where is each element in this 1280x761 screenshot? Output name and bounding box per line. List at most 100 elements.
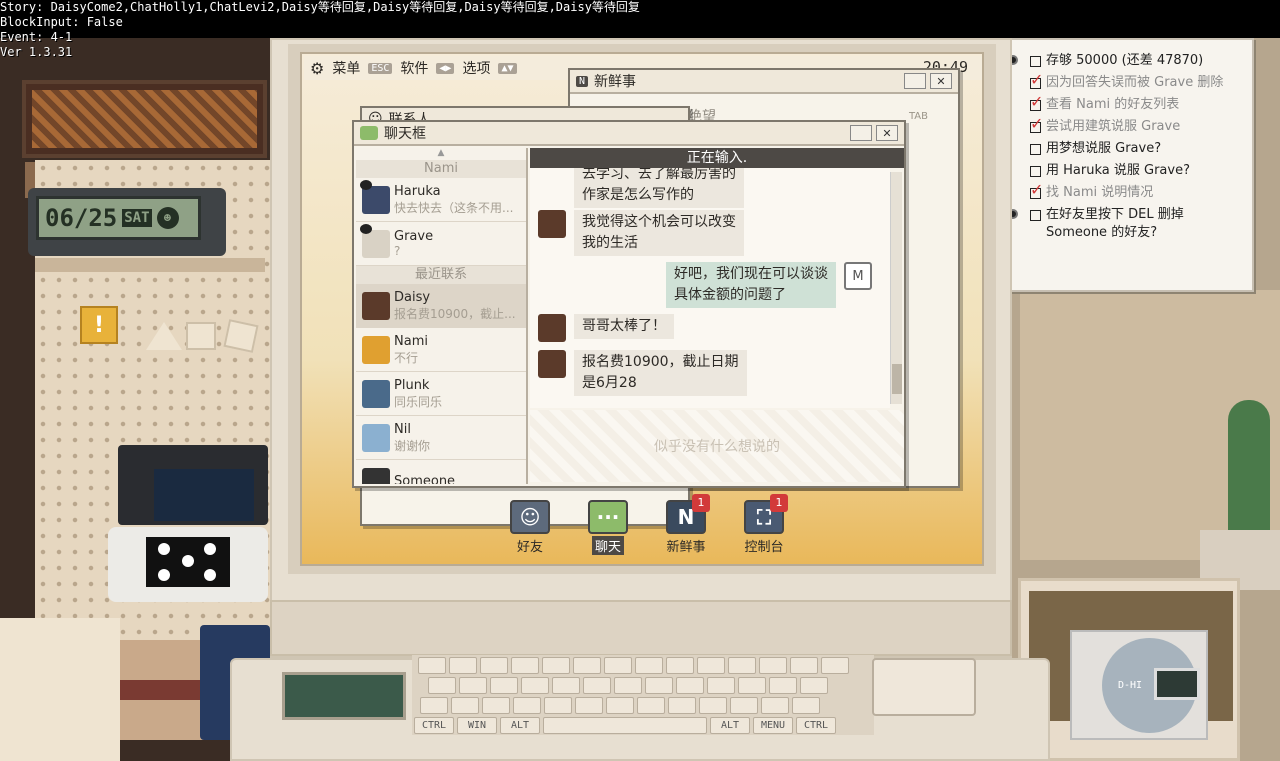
- dock-console[interactable]: ⛶ 1 控制台: [736, 494, 792, 555]
- trackpad[interactable]: [282, 672, 406, 720]
- dock-chat-label: 聊天: [591, 536, 624, 555]
- dock-chat[interactable]: ··· 聊天: [580, 500, 636, 555]
- menu-key[interactable]: MENU: [753, 717, 793, 734]
- space-key[interactable]: [543, 717, 707, 734]
- debug-version: Ver 1.3.31: [0, 45, 73, 59]
- contact-name: Nami: [394, 333, 428, 349]
- smiley-icon: ☻: [156, 207, 179, 229]
- message-list: 去学习、去了解最厉害的 作家是怎么写作的 我觉得这个机会可以改变 我的生活 M 好吧，我们…: [530, 168, 890, 408]
- contact-preview: 谢谢你: [394, 438, 431, 453]
- checklist-item: 查看 Nami 的好友列表: [1030, 93, 1244, 114]
- software-menu[interactable]: 软件: [400, 58, 428, 78]
- software-switch-icon[interactable]: ◀▶: [436, 62, 455, 74]
- n-logo-icon: N: [576, 75, 589, 87]
- dock-news-label: 新鲜事: [666, 540, 706, 555]
- menu-button[interactable]: 菜单: [332, 58, 360, 78]
- checklist-item: 用 Haruka 说服 Grave?: [1030, 162, 1244, 180]
- contact-section-pinned: Nami: [356, 160, 526, 178]
- hexagon-figure: [223, 319, 259, 353]
- scroll-up-icon[interactable]: ▲: [356, 148, 526, 160]
- contact-name: Plunk: [394, 377, 430, 393]
- contact-item-someone[interactable]: Someone: [356, 460, 526, 484]
- cd-player-display: [1154, 668, 1200, 700]
- handheld-console[interactable]: [108, 445, 268, 605]
- checklist-item: 因为回答失误而被 Grave 删除: [1030, 71, 1244, 92]
- debug-overlay: Story: DaisyCome2,ChatHolly1,ChatLevi2,D…: [0, 0, 740, 60]
- chat-window-title: 聊天框: [384, 126, 426, 142]
- cactus-plant: [1228, 400, 1270, 540]
- monitor-base: [270, 600, 1012, 656]
- enter-key[interactable]: [872, 658, 976, 716]
- message-received: 我觉得这个机会可以改变 我的生活: [538, 210, 744, 256]
- contact-preview: 快去快去（这条不用...: [394, 200, 514, 215]
- cd-player[interactable]: D-HI: [1070, 630, 1208, 740]
- reply-area[interactable]: 似乎没有什么想说的: [530, 410, 904, 482]
- task-checklist: 存够 50000 (还差 47870) 因为回答失误而被 Grave 删除查看 N…: [1002, 38, 1254, 292]
- contact-item-nami[interactable]: Nami 不行: [356, 328, 526, 372]
- checklist-item-text: 尝试用建筑说服 Grave: [1046, 119, 1181, 134]
- chat-bubble-icon: [360, 126, 378, 140]
- reply-placeholder: 似乎没有什么想说的: [654, 439, 780, 455]
- dock-news[interactable]: N 1 新鲜事: [658, 494, 714, 555]
- book-stack: [120, 640, 210, 740]
- scroll-thumb[interactable]: [892, 364, 902, 394]
- message-sent: M 好吧，我们现在可以谈谈 具体金额的问题了: [666, 262, 872, 308]
- contact-item-nil[interactable]: Nil 谢谢你: [356, 416, 526, 460]
- message-bubble: 哥哥太棒了！: [574, 314, 674, 339]
- console-badge: 1: [770, 494, 788, 512]
- debug-event: Event: 4-1: [0, 30, 73, 44]
- chat-area: 正在输入. 去学习、去了解最厉害的 作家是怎么写作的 我觉得这个机会可以改变 我的生活…: [530, 148, 904, 484]
- win-key[interactable]: WIN: [457, 717, 497, 734]
- message-text: 报名费10900，截止日期: [582, 354, 739, 370]
- gear-icon[interactable]: ⚙: [310, 59, 324, 78]
- alt-left-key[interactable]: ALT: [500, 717, 540, 734]
- contact-preview: ?: [394, 244, 401, 258]
- contact-preview: 同乐同乐: [394, 394, 443, 409]
- console-screen: [154, 469, 254, 521]
- avatar: [360, 179, 390, 214]
- message-text: 哥哥太棒了！: [582, 318, 666, 334]
- chat-scrollbar[interactable]: [890, 172, 902, 404]
- contact-section-recent: 最近联系: [356, 266, 526, 284]
- contact-name: Nil: [394, 421, 411, 437]
- message-received: 报名费10900，截止日期 是6月28: [538, 350, 747, 396]
- checked-checkbox-icon: [1030, 71, 1043, 89]
- avatar: [538, 350, 566, 378]
- checklist-item-text: 存够 50000 (还差 47870): [1046, 53, 1204, 68]
- checklist-item: 在好友里按下 DEL 删掉 Someone 的好友?: [1008, 206, 1244, 242]
- pin-badge-icon: [360, 223, 372, 234]
- chat-bubble-icon: ···: [588, 500, 628, 534]
- options-menu[interactable]: 选项: [462, 58, 490, 78]
- contact-item-grave[interactable]: Grave?: [356, 222, 526, 266]
- dock-friends-label: 好友: [516, 540, 543, 555]
- avatar: [362, 467, 390, 484]
- message-text: 具体金额的问题了: [674, 287, 786, 303]
- small-shelf: [35, 258, 265, 272]
- close-icon[interactable]: ✕: [930, 73, 952, 89]
- contact-item-haruka[interactable]: Haruka 快去快去（这条不用...: [356, 178, 526, 222]
- news-badge: 1: [692, 494, 710, 512]
- pin-badge-icon: [360, 179, 372, 190]
- checked-checkbox-icon: [1030, 115, 1043, 133]
- ctrl-right-key[interactable]: CTRL: [796, 717, 836, 734]
- contact-item-plunk[interactable]: Plunk 同乐同乐: [356, 372, 526, 416]
- minimize-button[interactable]: [904, 73, 926, 89]
- contact-item-daisy[interactable]: Daisy 报名费10900，截止...: [356, 284, 526, 328]
- game-scene: Story: DaisyCome2,ChatHolly1,ChatLevi2,D…: [0, 0, 1280, 761]
- contact-preview: 不行: [394, 350, 419, 365]
- close-icon[interactable]: ✕: [876, 125, 898, 141]
- avatar: [362, 335, 390, 364]
- dock-friends[interactable]: ☺ 好友: [502, 500, 558, 555]
- message-text: 我觉得这个机会可以改变: [582, 214, 736, 230]
- contact-preview: 报名费10900，截止...: [394, 306, 516, 321]
- message-text: 作家是怎么写作的: [582, 187, 694, 203]
- checklist-item: 存够 50000 (还差 47870): [1008, 52, 1244, 70]
- chat-window[interactable]: 聊天框 ✕ ▲ Nami Haruka 快去快去（这条不用... Grave? 最近…: [352, 120, 906, 488]
- alt-right-key[interactable]: ALT: [710, 717, 750, 734]
- minimize-button[interactable]: [850, 125, 872, 141]
- options-switch-icon[interactable]: ▲▼: [498, 62, 517, 74]
- ctrl-left-key[interactable]: CTRL: [414, 717, 454, 734]
- message-bubble: 好吧，我们现在可以谈谈 具体金额的问题了: [666, 262, 836, 308]
- dock-console-label: 控制台: [744, 540, 784, 555]
- exclamation-box-icon[interactable]: !: [80, 306, 118, 344]
